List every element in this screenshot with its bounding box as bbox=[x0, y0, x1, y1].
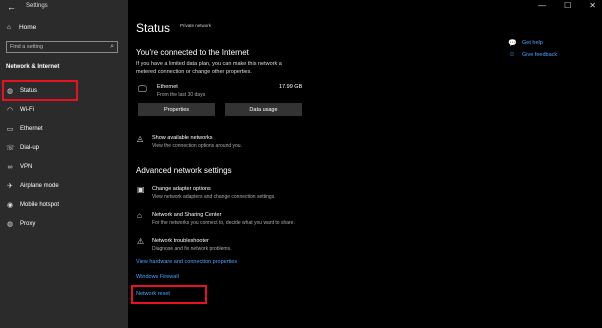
home-icon: ⌂ bbox=[7, 24, 11, 31]
advanced-settings-title: Advanced network settings bbox=[136, 166, 232, 175]
minimize-icon[interactable]: — bbox=[538, 1, 546, 10]
home-button[interactable]: ⌂ Home bbox=[7, 24, 36, 31]
connected-title: You're connected to the Internet bbox=[136, 48, 249, 57]
search-input[interactable] bbox=[10, 42, 100, 52]
troubleshooter-title[interactable]: Network troubleshooter bbox=[152, 238, 209, 244]
ethernet-period: From the last 30 days bbox=[157, 92, 206, 98]
help-chat-icon: 💬 bbox=[508, 40, 517, 47]
ethernet-icon: ▭ bbox=[6, 126, 14, 133]
section-heading: Network & Internet bbox=[6, 64, 60, 70]
properties-button[interactable]: Properties bbox=[138, 103, 215, 116]
airplane-icon: ✈ bbox=[7, 183, 13, 190]
get-help-label: Get help bbox=[522, 40, 543, 46]
sidebar-item-label: Dial-up bbox=[20, 145, 40, 151]
app-title: Settings bbox=[26, 3, 48, 9]
wireless-network-icon: ◬ bbox=[137, 134, 144, 143]
sidebar-item-label: Airplane mode bbox=[20, 183, 59, 189]
show-networks-description: View the connection options around you. bbox=[152, 143, 242, 149]
wifi-icon: ◠ bbox=[6, 107, 14, 114]
windows-firewall-link[interactable]: Windows Firewall bbox=[136, 274, 179, 280]
monitor-icon: 🖵 bbox=[138, 84, 147, 94]
ethernet-name: Ethernet bbox=[157, 84, 178, 90]
vpn-icon: ∞ bbox=[7, 163, 13, 171]
hotspot-icon: ◉ bbox=[6, 202, 14, 209]
sidebar-item-vpn[interactable]: ∞ VPN bbox=[6, 161, 33, 173]
feedback-icon: ☺ bbox=[508, 51, 516, 58]
page-title: Status bbox=[136, 21, 171, 35]
main-content: — ☐ ✕ Status Private network You're conn… bbox=[128, 0, 602, 328]
sidebar-item-label: Mobile hotspot bbox=[20, 202, 60, 208]
window-controls: — ☐ ✕ bbox=[538, 1, 596, 10]
warning-icon: ⚠ bbox=[137, 237, 145, 246]
adapter-icon: ▣ bbox=[137, 185, 145, 194]
troubleshooter-description: Diagnose and fix network problems. bbox=[152, 246, 232, 252]
status-highlight-box bbox=[2, 80, 78, 101]
sidebar-item-mobile-hotspot[interactable]: ◉ Mobile hotspot bbox=[6, 199, 59, 211]
maximize-icon[interactable]: ☐ bbox=[564, 1, 571, 10]
show-networks-title[interactable]: Show available networks bbox=[152, 135, 213, 141]
phone-icon: ☏ bbox=[6, 145, 15, 152]
change-adapter-title[interactable]: Change adapter options bbox=[152, 186, 211, 192]
search-box[interactable]: ⌕ bbox=[6, 41, 118, 53]
sidebar-item-airplane-mode[interactable]: ✈ Airplane mode bbox=[6, 180, 59, 192]
sharing-center-title[interactable]: Network and Sharing Center bbox=[152, 212, 221, 218]
sidebar: ← Settings ⌂ Home ⌕ Network & Internet ◍… bbox=[0, 0, 128, 328]
sidebar-item-label: Proxy bbox=[20, 221, 36, 227]
data-usage-button[interactable]: Data usage bbox=[225, 103, 302, 116]
sidebar-item-proxy[interactable]: ◍ Proxy bbox=[6, 218, 35, 230]
network-reset-highlight-box bbox=[131, 285, 207, 304]
ethernet-usage: 17.99 GB bbox=[279, 84, 303, 90]
back-arrow-icon[interactable]: ← bbox=[7, 2, 16, 12]
close-icon[interactable]: ✕ bbox=[589, 1, 596, 10]
sidebar-item-label: VPN bbox=[20, 164, 33, 170]
give-feedback-label: Give feedback bbox=[522, 51, 558, 58]
sidebar-item-label: Ethernet bbox=[20, 126, 43, 132]
get-help-link[interactable]: 💬 Get help bbox=[508, 39, 543, 47]
sharing-center-description: For the networks you connect to, decide … bbox=[152, 220, 295, 226]
sidebar-item-dialup[interactable]: ☏ Dial-up bbox=[6, 142, 39, 154]
search-icon[interactable]: ⌕ bbox=[110, 43, 114, 51]
home-label: Home bbox=[18, 24, 37, 31]
sharing-icon: ⌂ bbox=[137, 211, 142, 220]
sidebar-item-ethernet[interactable]: ▭ Ethernet bbox=[6, 123, 43, 135]
network-name: Private network bbox=[180, 23, 212, 28]
give-feedback-link[interactable]: ☺ Give feedback bbox=[508, 51, 557, 58]
globe-icon: ◍ bbox=[6, 221, 14, 228]
sidebar-item-wifi[interactable]: ◠ Wi-Fi bbox=[6, 104, 34, 116]
sidebar-item-label: Wi-Fi bbox=[20, 107, 34, 113]
hardware-properties-link[interactable]: View hardware and connection properties bbox=[136, 259, 237, 265]
change-adapter-description: View network adapters and change connect… bbox=[152, 194, 276, 200]
connected-description: If you have a limited data plan, you can… bbox=[136, 61, 282, 75]
